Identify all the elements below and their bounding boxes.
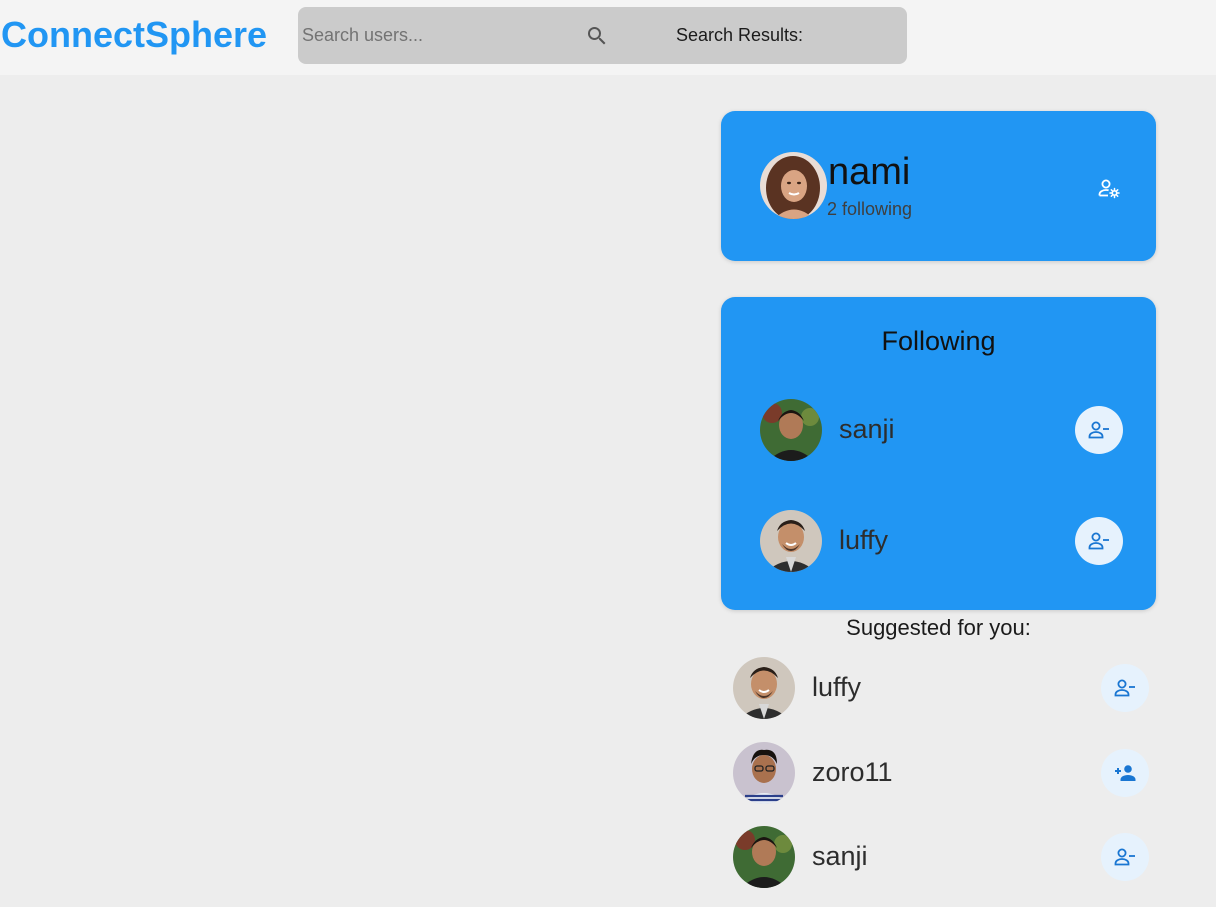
person-add-icon: [1115, 765, 1136, 781]
following-count[interactable]: 2 following: [827, 199, 912, 220]
unfollow-button[interactable]: [1075, 517, 1123, 565]
avatar: [760, 152, 827, 219]
list-item[interactable]: sanji: [760, 399, 1124, 461]
avatar: [733, 742, 795, 804]
person-remove-icon: [1114, 679, 1135, 697]
avatar: [733, 826, 795, 888]
suggested-title: Suggested for you:: [846, 615, 1031, 640]
suggested-username[interactable]: luffy: [812, 672, 861, 703]
brand-logo[interactable]: ConnectSphere: [1, 14, 267, 56]
profile-username: nami: [828, 151, 911, 193]
following-title: Following: [881, 326, 996, 356]
unfollow-button[interactable]: [1075, 406, 1123, 454]
list-item[interactable]: zoro11: [733, 742, 1153, 804]
list-item[interactable]: luffy: [733, 657, 1153, 719]
list-item[interactable]: luffy: [760, 510, 1124, 572]
avatar: [760, 399, 822, 461]
profile-card: nami 2 following: [721, 111, 1156, 261]
suggested-username[interactable]: zoro11: [812, 757, 893, 788]
avatar: [760, 510, 822, 572]
following-card: Following sanji luffy: [721, 297, 1156, 610]
follow-button[interactable]: [1101, 749, 1149, 797]
search-bar: Search Results:: [298, 7, 907, 64]
manage-account-icon[interactable]: [1097, 176, 1121, 200]
person-remove-icon: [1088, 421, 1109, 439]
following-username[interactable]: sanji: [839, 414, 895, 445]
person-remove-icon: [1088, 532, 1109, 550]
suggested-username[interactable]: sanji: [812, 841, 868, 872]
unfollow-button[interactable]: [1101, 833, 1149, 881]
person-remove-icon: [1114, 848, 1135, 866]
search-results-label: Search Results:: [676, 25, 804, 45]
search-icon[interactable]: [585, 24, 609, 48]
search-input[interactable]: [302, 23, 572, 47]
unfollow-button[interactable]: [1101, 664, 1149, 712]
avatar: [733, 657, 795, 719]
list-item[interactable]: sanji: [733, 826, 1153, 888]
following-username[interactable]: luffy: [839, 525, 888, 556]
top-bar: ConnectSphere Search Results:: [0, 0, 1216, 75]
